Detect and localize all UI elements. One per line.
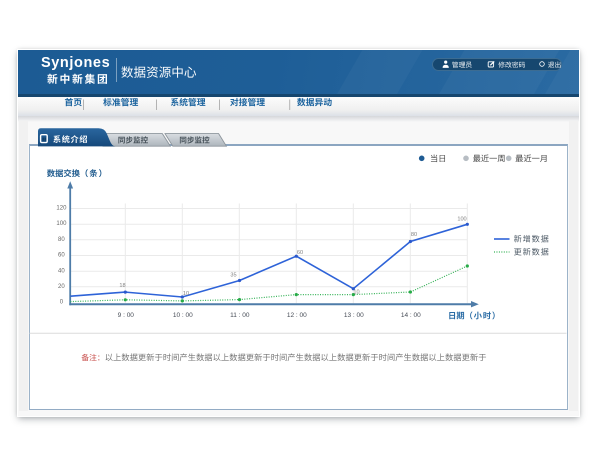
svg-text:80: 80 <box>58 237 65 243</box>
svg-text:11 : 00: 11 : 00 <box>230 312 250 319</box>
svg-text:80: 80 <box>411 232 417 238</box>
svg-text:10 : 00: 10 : 00 <box>173 312 193 319</box>
svg-text:40: 40 <box>58 268 65 274</box>
svg-text:100: 100 <box>457 216 466 222</box>
svg-text:20: 20 <box>58 284 65 290</box>
svg-text:9 : 00: 9 : 00 <box>118 312 135 319</box>
svg-text:120: 120 <box>56 206 67 212</box>
svg-text:10: 10 <box>353 290 359 296</box>
svg-text:35: 35 <box>230 273 236 279</box>
svg-text:12 : 00: 12 : 00 <box>287 312 307 319</box>
svg-text:60: 60 <box>58 253 65 259</box>
svg-text:14 : 00: 14 : 00 <box>401 312 421 319</box>
svg-text:13 : 00: 13 : 00 <box>344 312 364 319</box>
svg-text:10: 10 <box>183 291 189 297</box>
svg-text:60: 60 <box>297 250 303 256</box>
svg-text:0: 0 <box>60 300 64 306</box>
svg-text:18: 18 <box>119 283 125 289</box>
svg-text:100: 100 <box>56 221 67 227</box>
